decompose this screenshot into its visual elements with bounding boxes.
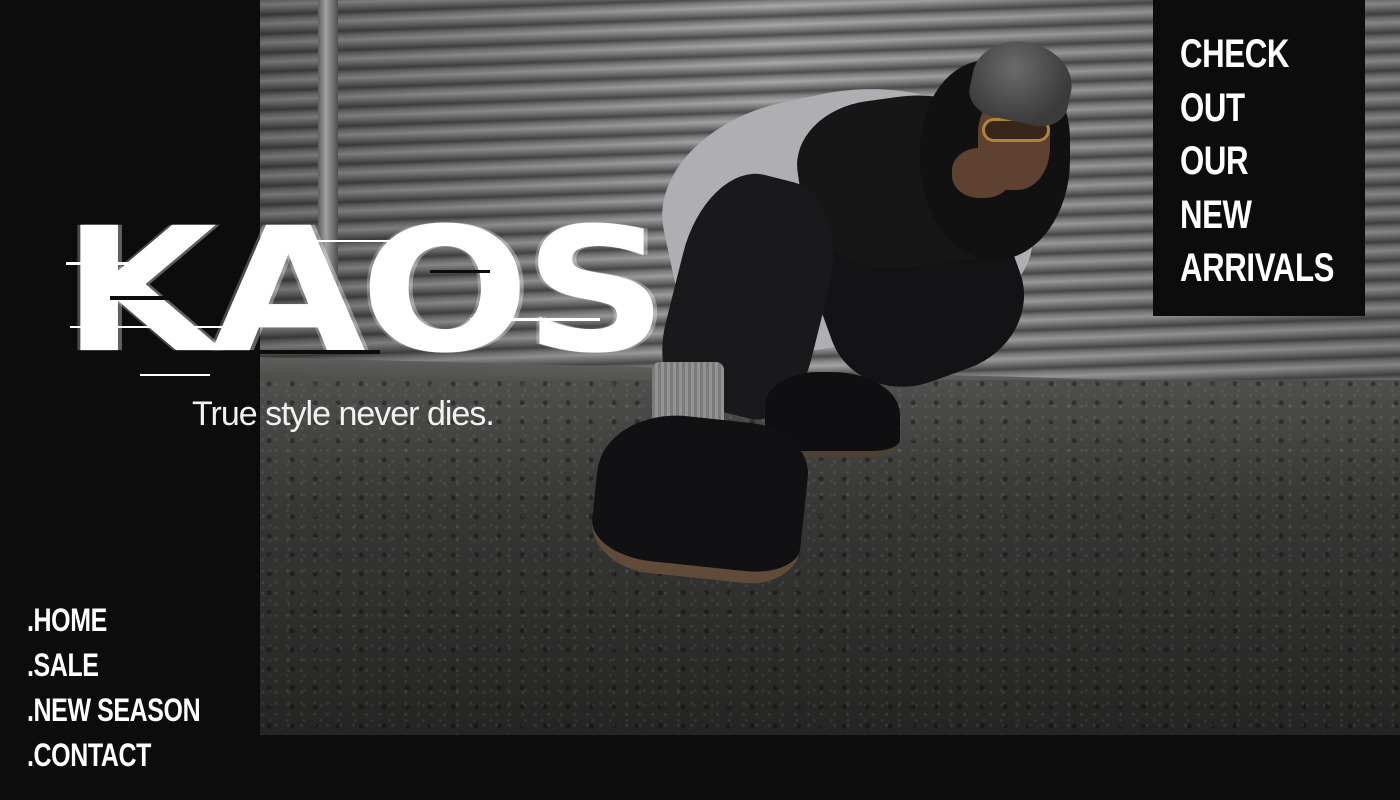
logo-glitch-cut <box>430 270 490 273</box>
cta-line: OUT <box>1180 85 1245 130</box>
logo-glitch-cut <box>110 296 170 300</box>
nav-item-home[interactable]: .HOME <box>27 598 199 643</box>
logo-glitch-cut <box>260 350 380 354</box>
cta-line: OUR <box>1180 139 1249 183</box>
logo-glitch-line <box>140 374 210 376</box>
brand-tagline: True style never dies. <box>192 395 495 433</box>
logo-glitch-line <box>470 318 600 321</box>
cta-line: NEW <box>1180 192 1252 237</box>
main-nav: .HOME .SALE .NEW SEASON .CONTACT <box>27 598 247 778</box>
brand-logo[interactable]: KAOS <box>62 205 668 377</box>
logo-glitch-line <box>300 240 480 242</box>
new-arrivals-cta[interactable]: CHECK OUT OUR NEW ARRIVALS <box>1153 0 1365 316</box>
cta-line: CHECK <box>1180 32 1289 76</box>
logo-glitch-line <box>66 262 156 265</box>
nav-item-sale[interactable]: .SALE <box>27 643 199 688</box>
cta-line: ARRIVALS <box>1180 246 1335 290</box>
nav-item-contact[interactable]: .CONTACT <box>27 733 199 778</box>
nav-item-new-season[interactable]: .NEW SEASON <box>27 688 201 733</box>
logo-glitch-line <box>70 326 230 328</box>
landing-page: KAOS True style never dies. CHECK OUT OU… <box>0 0 1400 800</box>
